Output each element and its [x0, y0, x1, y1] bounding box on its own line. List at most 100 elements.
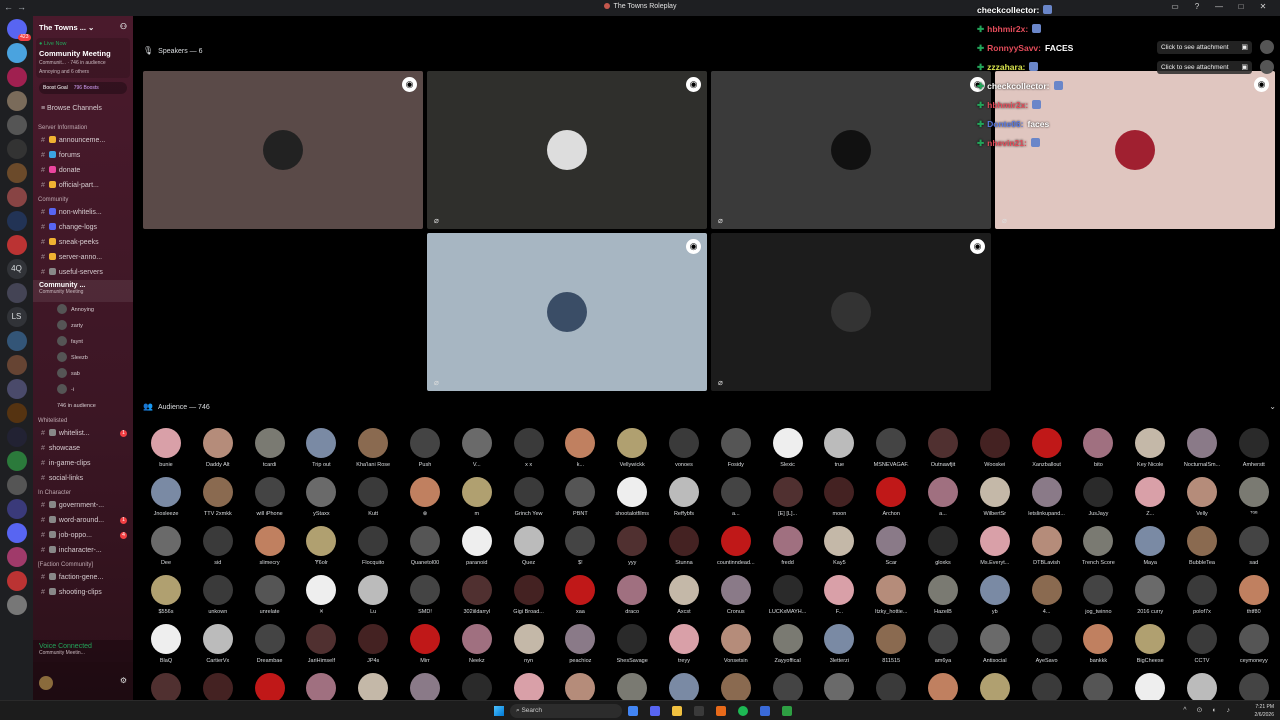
audience-member[interactable]: jog_twinno: [1072, 575, 1124, 615]
audience-member[interactable]: [192, 673, 244, 700]
audience-member[interactable]: tcardi: [244, 428, 296, 468]
audience-member[interactable]: TTV 2xmkk: [192, 477, 244, 517]
spotify-icon[interactable]: [738, 706, 748, 716]
server-icon[interactable]: [6, 355, 27, 375]
audience-member[interactable]: [813, 673, 865, 700]
audience-member[interactable]: paranoid: [451, 526, 503, 566]
audience-member[interactable]: moon: [813, 477, 865, 517]
audience-member[interactable]: Kha'lani Rose: [347, 428, 399, 468]
audience-member[interactable]: true: [813, 428, 865, 468]
audience-member[interactable]: a...: [917, 477, 969, 517]
audience-member[interactable]: polof7x: [1176, 575, 1228, 615]
audience-member[interactable]: m: [451, 477, 503, 517]
audience-member[interactable]: 2016 curry: [1124, 575, 1176, 615]
app-icon-4[interactable]: [782, 706, 792, 716]
audience-member[interactable]: [658, 673, 710, 700]
audience-member[interactable]: [1124, 673, 1176, 700]
audience-member[interactable]: BubbleTea: [1176, 526, 1228, 566]
audience-member[interactable]: Gigi Broad...: [503, 575, 555, 615]
category-header[interactable]: [Faction Community]: [33, 558, 133, 570]
audience-member[interactable]: Amherstt: [1228, 428, 1280, 468]
audience-member[interactable]: x x: [503, 428, 555, 468]
audience-member[interactable]: Grinch Yew: [503, 477, 555, 517]
audience-member[interactable]: letslinkupand...: [1021, 477, 1073, 517]
audience-member[interactable]: bito: [1072, 428, 1124, 468]
audience-member[interactable]: PBNT: [554, 477, 606, 517]
audience-member[interactable]: HazelB: [917, 575, 969, 615]
server-icon[interactable]: [6, 379, 27, 399]
server-icon[interactable]: [6, 91, 27, 111]
audience-member[interactable]: [244, 673, 296, 700]
audience-member[interactable]: peachioz: [554, 624, 606, 664]
live-stage-card[interactable]: ● Live Now Community Meeting Communit...…: [36, 38, 130, 78]
audience-member[interactable]: [347, 673, 399, 700]
audience-member[interactable]: AyeSavo: [1021, 624, 1073, 664]
audience-member[interactable]: JariHimself: [295, 624, 347, 664]
server-icon[interactable]: [6, 115, 27, 135]
channel-item[interactable]: # faction-gene...: [33, 570, 133, 585]
chevron-down-icon[interactable]: ⌄: [1269, 402, 1276, 411]
server-icon[interactable]: LS: [6, 307, 27, 327]
stage-user[interactable]: faynt: [33, 334, 133, 350]
audience-member[interactable]: Z...: [1124, 477, 1176, 517]
audience-member[interactable]: ✕: [295, 575, 347, 615]
audience-member[interactable]: k...: [554, 428, 606, 468]
add-member-icon[interactable]: ⚇: [120, 22, 127, 31]
audience-member[interactable]: [762, 673, 814, 700]
app-icon[interactable]: [694, 706, 704, 716]
audience-member[interactable]: am6ya: [917, 624, 969, 664]
audience-member[interactable]: Trench Score: [1072, 526, 1124, 566]
server-icon[interactable]: [6, 187, 27, 207]
audience-member[interactable]: Mirr: [399, 624, 451, 664]
audience-member[interactable]: Wooskei: [969, 428, 1021, 468]
audience-member[interactable]: 4...: [1021, 575, 1073, 615]
server-icon[interactable]: [6, 43, 27, 63]
audience-member[interactable]: vonoes: [658, 428, 710, 468]
audience-member[interactable]: [399, 673, 451, 700]
audience-member[interactable]: WilbertSr: [969, 477, 1021, 517]
audience-member[interactable]: slimecry: [244, 526, 296, 566]
channel-item[interactable]: # government-...: [33, 498, 133, 513]
audience-member[interactable]: fredd: [762, 526, 814, 566]
audience-member[interactable]: CCTV: [1176, 624, 1228, 664]
settings-gear-icon[interactable]: ⚙: [120, 676, 127, 685]
audience-member[interactable]: draco: [606, 575, 658, 615]
audience-member[interactable]: Cronus: [710, 575, 762, 615]
audience-member[interactable]: ᵀᴳᴮ: [1228, 477, 1280, 517]
audience-member[interactable]: will iPhone: [244, 477, 296, 517]
audience-member[interactable]: [E] [L]...: [762, 477, 814, 517]
audience-member[interactable]: Archon: [865, 477, 917, 517]
channel-item[interactable]: # shooting-clips: [33, 585, 133, 600]
category-header[interactable]: In Character: [33, 486, 133, 498]
audience-member[interactable]: DTBLavish: [1021, 526, 1073, 566]
channel-item[interactable]: # donate: [33, 163, 133, 178]
audience-member[interactable]: JP4s: [347, 624, 399, 664]
channel-item[interactable]: # announceme...: [33, 133, 133, 148]
app-icon-3[interactable]: [760, 706, 770, 716]
server-icon[interactable]: [6, 451, 27, 471]
server-icon[interactable]: [6, 475, 27, 495]
audience-member[interactable]: [451, 673, 503, 700]
server-icon[interactable]: [6, 523, 27, 543]
channel-item[interactable]: # word-around... 1: [33, 513, 133, 528]
stage-user[interactable]: zarty: [33, 318, 133, 334]
audience-member[interactable]: bunie: [140, 428, 192, 468]
server-icon[interactable]: 423: [6, 19, 31, 41]
server-icon[interactable]: [6, 595, 27, 615]
pin-icon[interactable]: ◉: [686, 239, 701, 254]
channel-item[interactable]: # change-logs: [33, 220, 133, 235]
pin-icon[interactable]: ◉: [686, 77, 701, 92]
audience-member[interactable]: countinndead...: [710, 526, 762, 566]
audience-member[interactable]: Ms.Everyt...: [969, 526, 1021, 566]
audience-member[interactable]: bankkk: [1072, 624, 1124, 664]
audience-member[interactable]: Reffybfs: [658, 477, 710, 517]
audience-member[interactable]: JusJayy: [1072, 477, 1124, 517]
audience-member[interactable]: thtf80: [1228, 575, 1280, 615]
audience-member[interactable]: ShesSavage: [606, 624, 658, 664]
attachment-button[interactable]: Click to see attachment ▣: [1157, 61, 1252, 74]
audience-member[interactable]: Ɏ6olr: [295, 526, 347, 566]
channel-item[interactable]: # showcase: [33, 441, 133, 456]
channel-item[interactable]: # job-oppo... 4: [33, 528, 133, 543]
audience-member[interactable]: NocturnalSm...: [1176, 428, 1228, 468]
audience-member[interactable]: [1176, 673, 1228, 700]
